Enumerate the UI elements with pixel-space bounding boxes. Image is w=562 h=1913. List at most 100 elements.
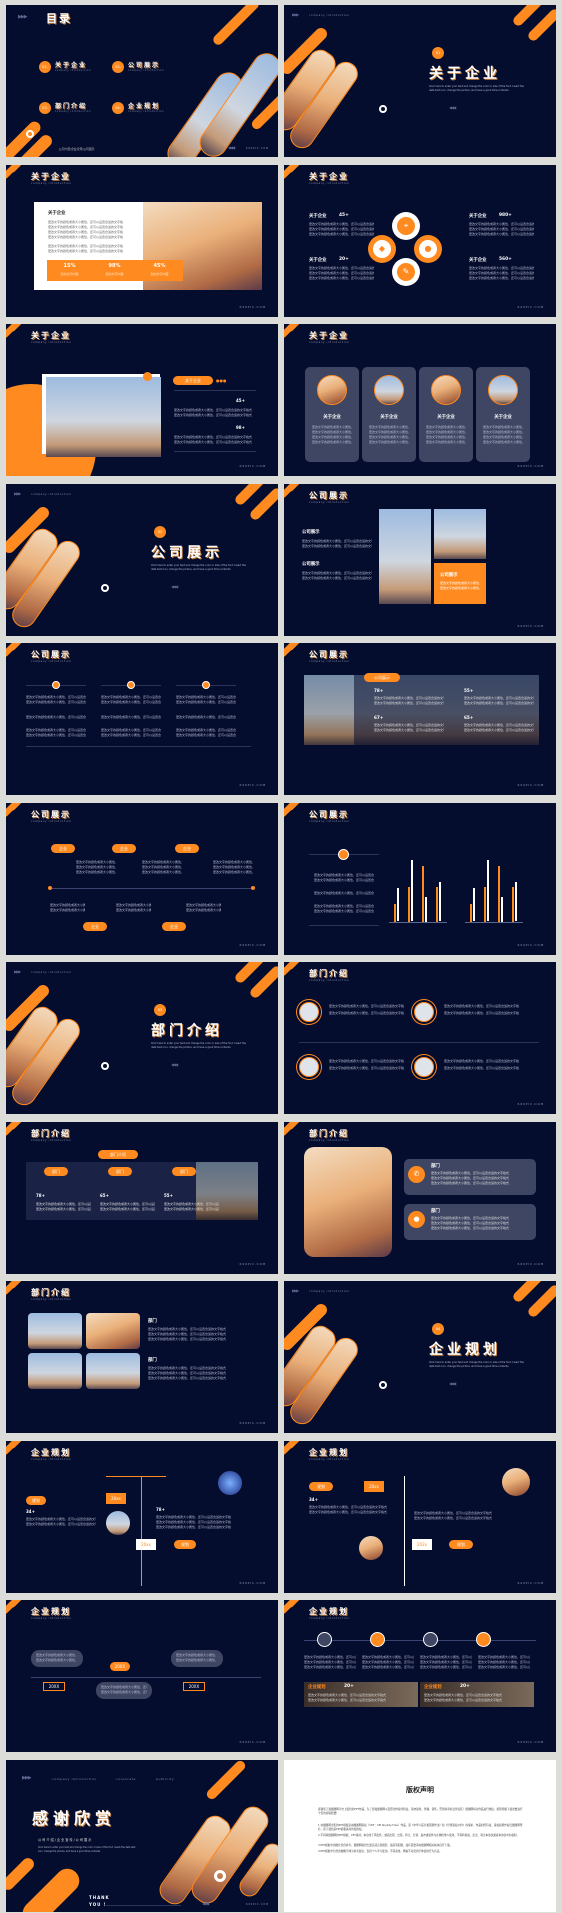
body-text: 更改文字的颜色或者大小属性，还可以设置合适的文字格式: [142, 869, 182, 874]
stat-value: 98%: [108, 262, 121, 269]
toc-item-label[interactable]: 关于企业: [55, 60, 87, 69]
nav-item[interactable]: publicity: [156, 1777, 174, 1781]
body-text: 更改文字的颜色或者大小属性，还可以设置合适的文字格式: [176, 700, 236, 704]
slide-title: 公司展示: [309, 489, 349, 500]
orange-stripe: [286, 1600, 302, 1609]
stat-value: 45%: [153, 262, 166, 269]
body-text: 更改文字的颜色或者大小属性，还可以设置合适的文字格式: [48, 248, 123, 253]
year-box: 20xx: [364, 1480, 384, 1492]
slide-title: 部门介绍: [309, 968, 349, 978]
toc-number-badge[interactable]: 03.: [39, 102, 51, 114]
slide-deptcards[interactable]: 部门介绍 company introduction ✆ 部门 更改文字的颜色或者大小属性…: [284, 1121, 556, 1274]
slide-timeline[interactable]: 公司展示 company introduction 企业 企业 企业 企业 企业 更改文字的颜…: [6, 802, 278, 955]
body-text: 更改文字的颜色或者大小属性，还可以设置合适的文字格式: [329, 1011, 404, 1015]
site-watermark: 699PIC.COM: [517, 942, 544, 947]
slide-planc[interactable]: 企业规划company introduction 更改文字的颜色或者大小属性，还可…: [6, 1600, 278, 1752]
feature-card[interactable]: 关于企业更改文字的颜色或者大小属性，还可以设置合适的文字格式更改文字的颜色或者大…: [305, 367, 359, 462]
dept-label: 部门: [148, 1358, 157, 1363]
toc-item-label[interactable]: 部门介绍: [55, 101, 87, 110]
slide-copyright[interactable]: 版权声明 感谢您下载摄图网平台上提供的PPT作品，为了您和摄图网以及原创作者的利益…: [284, 1759, 556, 1912]
slide-people[interactable]: 部门介绍 company introduction 更改文字的颜色或者大小属性，还可…: [284, 962, 556, 1114]
divider: [26, 746, 251, 747]
site-watermark: 699PIC.COM: [517, 1102, 544, 1106]
toc-item-subtitle: company introduction: [128, 69, 164, 72]
slide-title: 关于企业: [31, 330, 71, 340]
slide-section[interactable]: ▶▶▶ company introduction 02 公司展示 Click here …: [6, 483, 278, 636]
tag-pill: 规划: [26, 1495, 46, 1505]
slide-planb[interactable]: 企业规划 company introduction 规划 20xx 34+ 更改文字的颜色…: [284, 1440, 556, 1593]
bar-white: [425, 897, 427, 922]
feature-card[interactable]: 关于企业更改文字的颜色或者大小属性，还可以设置合适的文字格式更改文字的颜色或者大…: [419, 367, 473, 462]
nav-item[interactable]: company introduction: [52, 1777, 97, 1781]
body-text: 更改文字的颜色或者大小属性，还可以设置合适的文字格式: [101, 715, 161, 719]
body-text: 更改文字的颜色或者大小属性，还可以设置合适的文字格式: [314, 877, 374, 882]
slide-deptstats[interactable]: 部门介绍 部门介绍 company introduction 部门 78+ 更改文字的颜色…: [6, 1121, 278, 1274]
slide-aboutcard[interactable]: 关于企业 company introduction 关于企业 更改文字的颜色或者大小属…: [6, 164, 278, 317]
slide-section[interactable]: ▶▶▶ company introduction 03 部门介绍 Click here …: [6, 962, 278, 1114]
toc-item-label[interactable]: 企业规划: [128, 101, 160, 110]
tag-pill: 20XX: [110, 1662, 130, 1671]
slide-aboutimg[interactable]: 关于企业 company introduction 关于企业 ●●● 45+ 更改文字的颜…: [6, 324, 278, 476]
site-watermark: 699PIC.COM: [239, 464, 266, 468]
slide-petals[interactable]: 关于企业 company introduction 关于企业 45+ 更改文字的颜色或者…: [284, 164, 556, 317]
orange-ring-icon: [52, 681, 60, 689]
section-description: Click here to enter your text and change…: [429, 1361, 524, 1368]
toc-number-badge[interactable]: 04.: [112, 102, 124, 114]
slide-subtitle: company introduction: [309, 819, 350, 823]
slide-bars[interactable]: 公司展示 company introduction 更改文字的颜色或者大小属性，还可…: [284, 802, 556, 955]
feature-card[interactable]: 关于企业更改文字的颜色或者大小属性，还可以设置合适的文字格式更改文字的颜色或者大…: [362, 367, 416, 462]
site-watermark: 699PIC.COM: [246, 1902, 269, 1906]
slide-deptgrid[interactable]: 部门介绍 company introduction 部门 更改文字的颜色或者大小属性，…: [6, 1281, 278, 1433]
body-text: 更改文字的颜色或者大小属性，还可以设置合适的文字格式: [100, 1206, 155, 1211]
slide-imgstats[interactable]: 公司展示 company introduction 公司展示 78+ 更改文字的颜色或者…: [284, 643, 556, 795]
body-text: 更改文字的颜色或者大小属性，还可以设置合适的文字格式: [444, 1059, 519, 1063]
bar-white: [397, 887, 399, 922]
slide-showimgs[interactable]: 公司展示 company introduction 公司展示 更改文字的颜色或者大小属…: [284, 483, 556, 636]
toc-number-badge[interactable]: 02.: [112, 61, 124, 73]
section-number-badge: 02: [154, 525, 166, 538]
slide-thanks[interactable]: ▶▶▶ company introduction corporate publicit…: [6, 1759, 278, 1912]
slide-title: 部门介绍: [31, 1287, 71, 1297]
edit-icon: ✎: [397, 262, 415, 281]
horizontal-line: [106, 1475, 166, 1477]
card-title: 关于企业: [380, 415, 398, 420]
section-title: 企业规划: [429, 1342, 501, 1358]
toc-item-label[interactable]: 公司展示: [128, 60, 160, 69]
chart-axis: [465, 921, 523, 923]
bar-orange: [470, 904, 472, 922]
orange-stripe: [8, 1281, 24, 1290]
bar-orange: [498, 865, 500, 922]
body-text: 更改文字的颜色或者大小属性，还可以设置合适的文字格式: [464, 728, 534, 732]
slide-planicons[interactable]: 企业规划 company introduction 更改文字的颜色或者大小属性，还可…: [284, 1600, 556, 1752]
divider: [174, 390, 256, 391]
chart-axis: [389, 921, 447, 923]
photo: [434, 508, 486, 559]
slide-cards4[interactable]: 关于企业 company introduction 关于企业 更改文字的颜色或者大小属…: [284, 324, 556, 476]
back-arrows-icon: ◀◀◀: [228, 145, 235, 150]
toc-footer: 公司介绍/企业宣传/公司展示: [59, 147, 95, 151]
photo: [28, 1353, 82, 1389]
photo-round: [218, 1470, 242, 1495]
slide-plana[interactable]: 企业规划 company introduction 规划 20xx 34+ 更改文字的颜色…: [6, 1440, 278, 1593]
feature-card[interactable]: 关于企业更改文字的颜色或者大小属性，还可以设置合适的文字格式更改文字的颜色或者大…: [476, 367, 530, 462]
card-title: 关于企业: [48, 210, 66, 216]
gear-icon: [370, 1632, 385, 1647]
body-text: 更改文字的颜色或者大小属性，还可以设置合适的文字格式: [101, 733, 161, 737]
body-text: 更改文字的颜色或者大小属性，还可以设置合适的文字格式: [174, 413, 253, 417]
slide-cols3[interactable]: 公司展示 company introduction 更改文字的颜色或者大小属性，还可…: [6, 643, 278, 795]
card-photo: [488, 375, 518, 405]
bar-orange: [408, 886, 410, 922]
user-icon: ●: [408, 1210, 425, 1228]
site-watermark: 699PIC.COM: [517, 1580, 544, 1585]
toc-number-badge[interactable]: 01.: [39, 61, 51, 73]
slide-toc[interactable]: ▶▶▶ 目录 01. 关于企业 company introduction 02. 公司展示 c…: [6, 5, 278, 157]
bar-white: [439, 881, 441, 922]
nav-item[interactable]: corporate: [116, 1777, 136, 1781]
slide-section[interactable]: ▶▶▶ company introduction 04 企业规划 Click here …: [284, 1281, 556, 1433]
body-text: 更改文字的颜色或者大小属性，还可以设置合适的文字格式: [478, 1665, 530, 1669]
site-watermark: 699PIC.COM: [246, 147, 269, 150]
body-text: 更改文字的颜色或者大小属性，还可以设置合适的文字格式: [48, 234, 123, 239]
slide-subtitle: company introduction: [309, 1457, 350, 1461]
slide-title: 公司展示: [309, 808, 349, 819]
slide-section[interactable]: ▶▶▶ company introduction 01 关于企业 Click here …: [284, 5, 556, 157]
